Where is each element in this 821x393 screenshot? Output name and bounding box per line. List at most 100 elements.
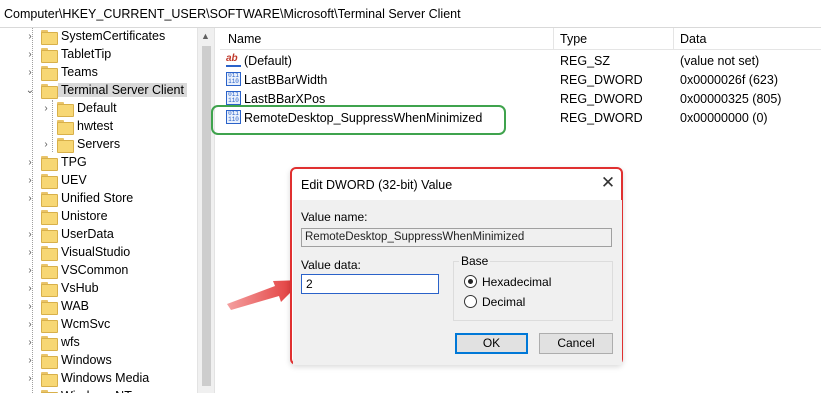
tree-item-label[interactable]: UEV [58, 173, 90, 187]
scroll-up-icon[interactable]: ▲ [201, 31, 210, 41]
tree-item-label[interactable]: TabletTip [58, 47, 114, 61]
tree-item-label[interactable]: Servers [74, 137, 123, 151]
tree-item-label[interactable]: Windows Media [58, 371, 152, 385]
tree-item-label[interactable]: SystemCertificates [58, 29, 168, 43]
cancel-button[interactable]: Cancel [539, 333, 613, 354]
value-data: 0x0000026f (623) [680, 73, 778, 87]
folder-icon [41, 192, 58, 207]
tree-item[interactable]: › UEV [0, 172, 197, 190]
scrollbar-thumb[interactable] [202, 46, 211, 386]
hexadecimal-radio[interactable] [464, 275, 477, 288]
tree-item-label[interactable]: hwtest [74, 119, 116, 133]
chevron-right-icon[interactable]: › [24, 265, 36, 277]
column-divider[interactable] [553, 28, 554, 50]
registry-key-tree[interactable]: › SystemCertificates › TabletTip › Teams ⌄ Term… [0, 28, 197, 393]
folder-icon [57, 120, 74, 135]
column-header-type[interactable]: Type [560, 32, 587, 46]
tree-item[interactable]: › Unified Store [0, 190, 197, 208]
chevron-right-icon[interactable]: › [24, 373, 36, 385]
tree-item[interactable]: › UserData [0, 226, 197, 244]
base-groupbox [453, 261, 613, 321]
chevron-right-icon[interactable]: › [24, 67, 36, 79]
close-icon[interactable]: ✕ [598, 173, 618, 193]
chevron-right-icon[interactable]: › [24, 301, 36, 313]
binary-value-icon: 011 110 [226, 72, 241, 86]
column-divider[interactable] [673, 28, 674, 50]
tree-item[interactable]: ⌄ Terminal Server Client [0, 82, 197, 100]
ok-button[interactable]: OK [455, 333, 528, 354]
tree-item[interactable]: hwtest [0, 118, 197, 136]
tree-item[interactable]: › WAB [0, 298, 197, 316]
tree-item-label[interactable]: VSCommon [58, 263, 131, 277]
column-header-name[interactable]: Name [228, 32, 261, 46]
address-path: Computer\HKEY_CURRENT_USER\SOFTWARE\Micr… [4, 7, 461, 21]
tree-item-label[interactable]: VsHub [58, 281, 102, 295]
tree-item-label[interactable]: Unified Store [58, 191, 136, 205]
folder-icon [41, 336, 58, 351]
value-data-input[interactable]: 2 [301, 274, 439, 294]
address-bar[interactable]: Computer\HKEY_CURRENT_USER\SOFTWARE\Micr… [0, 0, 821, 28]
chevron-right-icon[interactable]: › [40, 139, 52, 151]
tree-item[interactable]: › Windows Media [0, 370, 197, 388]
tree-item[interactable]: ›Windows NT [0, 388, 197, 393]
tree-scrollbar[interactable]: ▲ [197, 28, 214, 393]
folder-icon [41, 354, 58, 369]
chevron-right-icon[interactable]: › [24, 247, 36, 259]
tree-item-label[interactable]: TPG [58, 155, 90, 169]
tree-item[interactable]: › Default [0, 100, 197, 118]
tree-item[interactable]: › wfs [0, 334, 197, 352]
chevron-right-icon[interactable]: › [24, 193, 36, 205]
chevron-right-icon[interactable]: › [24, 157, 36, 169]
binary-value-icon: 011 110 [226, 91, 241, 105]
chevron-right-icon[interactable]: › [24, 337, 36, 349]
chevron-right-icon[interactable]: › [24, 229, 36, 241]
tree-item[interactable]: › VSCommon [0, 262, 197, 280]
value-data-label: Value data: [301, 258, 361, 272]
tree-item-label[interactable]: WAB [58, 299, 92, 313]
chevron-right-icon[interactable]: › [24, 175, 36, 187]
tree-item[interactable]: › VsHub [0, 280, 197, 298]
tree-item[interactable]: › Teams [0, 64, 197, 82]
tree-item[interactable]: › VisualStudio [0, 244, 197, 262]
tree-item[interactable]: › TabletTip [0, 46, 197, 64]
folder-icon [41, 66, 58, 81]
value-row[interactable]: ab (Default) REG_SZ (value not set) [220, 51, 821, 70]
decimal-label[interactable]: Decimal [482, 295, 525, 309]
column-header-data[interactable]: Data [680, 32, 706, 46]
decimal-radio[interactable] [464, 295, 477, 308]
folder-icon [41, 228, 58, 243]
tree-item-label[interactable]: Windows [58, 353, 115, 367]
chevron-down-icon[interactable]: ⌄ [24, 85, 36, 97]
tree-item[interactable]: › Windows [0, 352, 197, 370]
tree-item-label[interactable]: Default [74, 101, 120, 115]
hexadecimal-label[interactable]: Hexadecimal [482, 275, 551, 289]
tree-item[interactable]: › SystemCertificates [0, 28, 197, 46]
tree-item[interactable]: › Servers [0, 136, 197, 154]
folder-icon [41, 156, 58, 171]
value-type: REG_DWORD [560, 73, 643, 87]
tree-item-label[interactable]: wfs [58, 335, 83, 349]
tree-item-label[interactable]: UserData [58, 227, 117, 241]
tree-item-label[interactable]: Teams [58, 65, 101, 79]
tree-item[interactable]: Unistore [0, 208, 197, 226]
tree-item-label[interactable]: Unistore [58, 209, 111, 223]
tree-item-label[interactable]: Terminal Server Client [58, 83, 187, 97]
tree-item[interactable]: › WcmSvc [0, 316, 197, 334]
value-type: REG_DWORD [560, 92, 643, 106]
chevron-right-icon[interactable]: › [24, 31, 36, 43]
chevron-right-icon[interactable]: › [40, 103, 52, 115]
tree-connector-line [52, 100, 53, 152]
chevron-right-icon[interactable]: › [24, 283, 36, 295]
tree-item-label[interactable]: WcmSvc [58, 317, 113, 331]
tree-item-label[interactable]: VisualStudio [58, 245, 133, 259]
value-row[interactable]: 011 110 LastBBarWidth REG_DWORD 0x0000026f (… [220, 70, 821, 89]
value-type: REG_SZ [560, 54, 611, 68]
chevron-right-icon[interactable]: › [24, 49, 36, 61]
folder-icon [41, 84, 58, 99]
chevron-right-icon[interactable]: › [24, 319, 36, 331]
tree-item-label[interactable]: Windows NT [58, 389, 135, 393]
tree-connector-line [32, 28, 33, 393]
chevron-right-icon[interactable]: › [24, 355, 36, 367]
dialog-title: Edit DWORD (32-bit) Value [301, 178, 453, 192]
tree-item[interactable]: › TPG [0, 154, 197, 172]
